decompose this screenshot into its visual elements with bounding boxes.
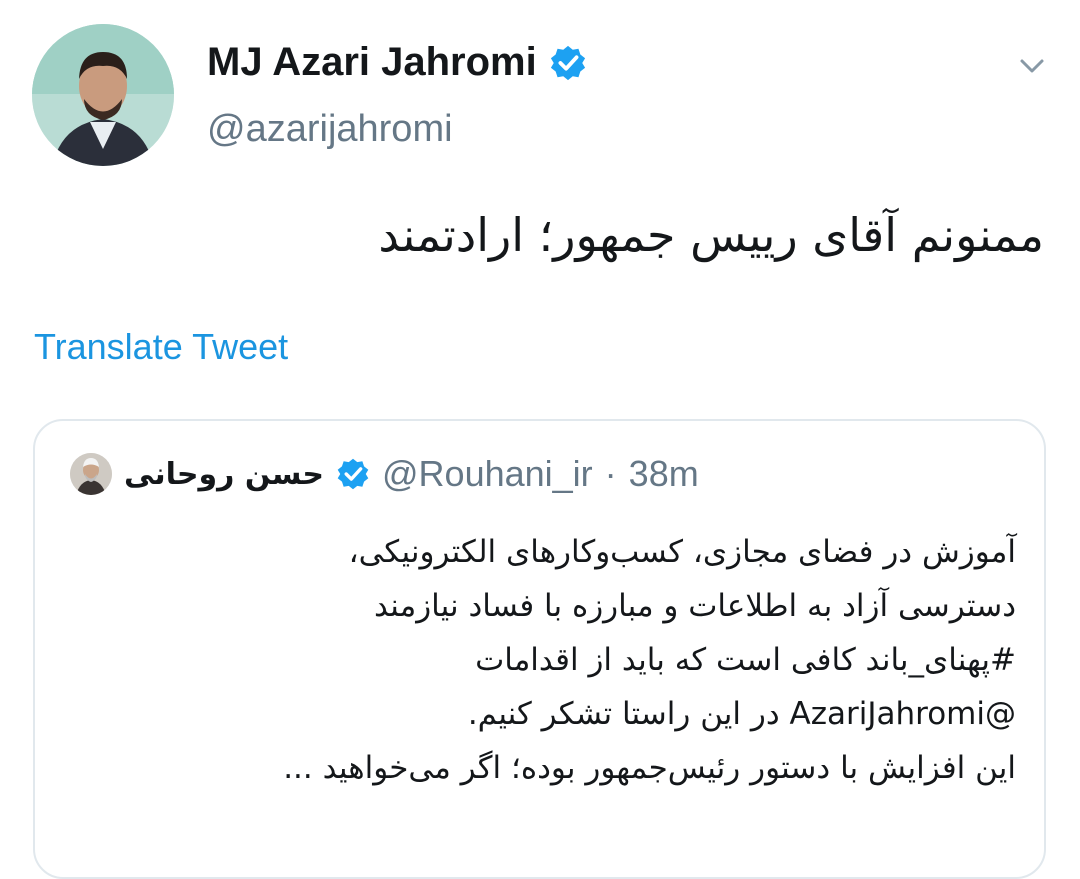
quoted-verified-badge-icon: [337, 458, 369, 490]
quoted-author-avatar[interactable]: [70, 453, 112, 495]
quoted-line: @AzariJahromi در این راستا تشکر کنیم.: [467, 696, 1016, 732]
author-name-text: MJ Azari Jahromi: [207, 40, 537, 84]
translate-tweet-link[interactable]: Translate Tweet: [34, 326, 288, 368]
tweet-text: ممنونم آقای رییس جمهور؛ ارادتمند: [378, 208, 1044, 262]
quoted-author-photo: [70, 453, 112, 495]
verified-badge-icon: [550, 45, 585, 80]
quoted-author-name[interactable]: حسن روحانی: [124, 457, 324, 492]
quoted-author-handle[interactable]: @Rouhani_ir: [382, 453, 593, 495]
quoted-timestamp[interactable]: 38m: [629, 453, 699, 495]
quoted-tweet-header: حسن روحانی @Rouhani_ir · 38m: [70, 453, 699, 495]
author-avatar[interactable]: [32, 24, 174, 166]
quoted-line: این افزایش با دستور رئیس‌جمهور بوده؛ اگر…: [283, 750, 1016, 786]
quoted-tweet-text: آموزش در فضای مجازی، کسب‌وکارهای الکترون…: [56, 525, 1016, 795]
quoted-line: #پهنای_باند کافی است که باید از اقدامات: [475, 642, 1016, 678]
author-photo: [32, 24, 174, 166]
author-handle[interactable]: @azarijahromi: [207, 108, 453, 151]
author-display-name[interactable]: MJ Azari Jahromi: [207, 40, 587, 85]
chevron-down-icon[interactable]: [1014, 48, 1050, 84]
quoted-line: دسترسی آزاد به اطلاعات و مبارزه با فساد …: [373, 588, 1016, 624]
quoted-separator: ·: [604, 453, 617, 494]
quoted-line: آموزش در فضای مجازی، کسب‌وکارهای الکترون…: [348, 534, 1016, 570]
